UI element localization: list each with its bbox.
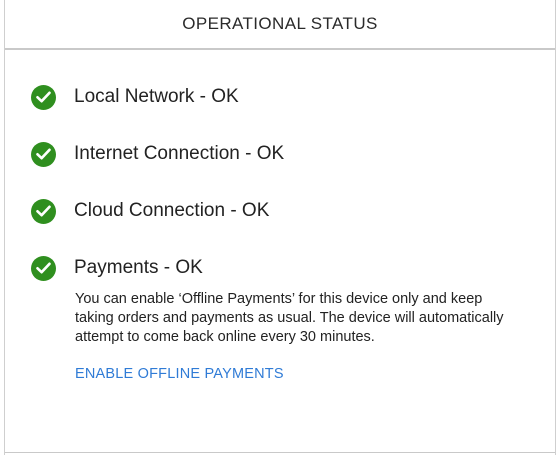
check-circle-icon [31,255,56,281]
status-label: Payments - OK [74,257,203,278]
panel-header: OPERATIONAL STATUS [5,0,555,50]
status-item-local-network: Local Network - OK [31,81,525,113]
check-circle-icon [31,198,56,224]
status-label: Internet Connection - OK [74,143,285,164]
operational-status-panel: OPERATIONAL STATUS Local Network - OK In… [4,0,556,455]
status-label: Cloud Connection - OK [74,200,270,221]
panel-title: OPERATIONAL STATUS [182,14,378,33]
status-item-payments: Payments - OK [31,252,525,284]
check-circle-icon [31,141,56,167]
status-label: Local Network - OK [74,86,239,107]
offline-payments-description: You can enable ‘Offline Payments’ for th… [75,291,504,345]
check-circle-icon [31,84,56,110]
status-item-internet-connection: Internet Connection - OK [31,138,525,170]
bottom-divider [5,452,555,453]
status-list: Local Network - OK Internet Connection -… [5,81,555,383]
status-item-cloud-connection: Cloud Connection - OK [31,195,525,227]
enable-offline-payments-link[interactable]: ENABLE OFFLINE PAYMENTS [75,366,284,382]
